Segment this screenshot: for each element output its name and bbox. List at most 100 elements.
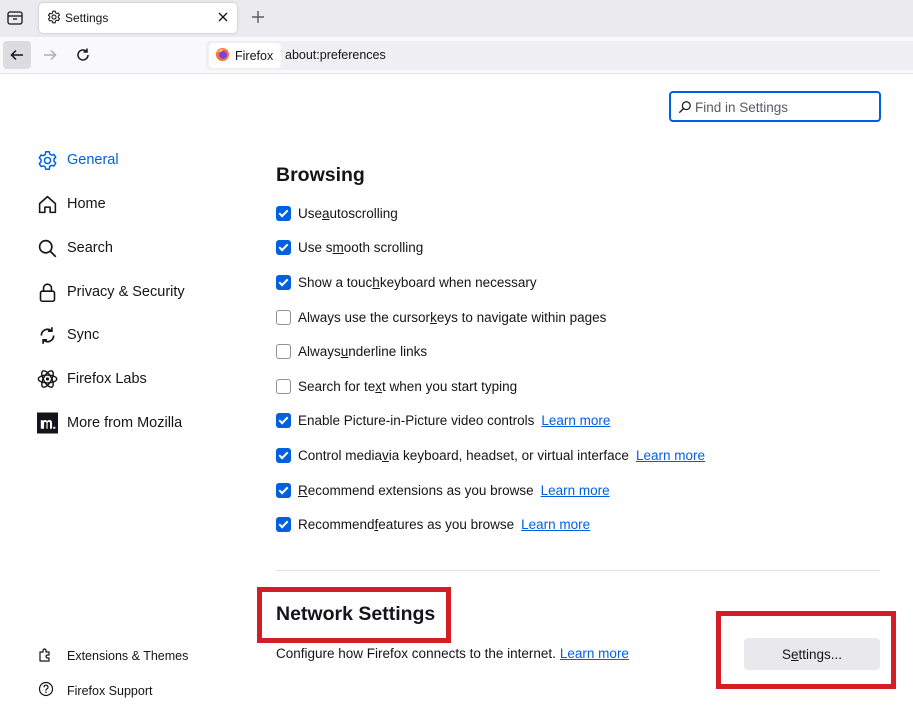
- sidebar-footer-label: Extensions & Themes: [67, 648, 189, 663]
- checkbox-unchecked[interactable]: [276, 378, 291, 394]
- browsing-heading: Browsing: [276, 164, 365, 186]
- sidebar-item-label: More from Mozilla: [67, 415, 183, 431]
- home-icon: [37, 194, 58, 215]
- option-label-pre: Use: [298, 205, 323, 221]
- sidebar-item-extensions-themes[interactable]: Extensions & Themes: [38, 646, 188, 665]
- highlight-box-heading: [257, 587, 451, 643]
- learn-more-link[interactable]: Learn more: [521, 517, 590, 532]
- sidebar-item-label: General: [67, 152, 119, 168]
- sidebar-item-firefox-labs[interactable]: Firefox Labs: [37, 366, 147, 392]
- option-label-post: utoscrolling: [329, 205, 398, 221]
- sidebar-item-general[interactable]: General: [37, 147, 119, 173]
- sidebar-item-label: Home: [67, 196, 106, 212]
- option-accesskey: k: [430, 309, 437, 325]
- sidebar-item-label: Sync: [67, 327, 100, 343]
- option-label-pre: Control media: [298, 447, 383, 463]
- option-label-post: t when you start typing: [382, 378, 518, 394]
- option-label-pre: Enable Picture-in-Picture video controls: [298, 412, 535, 428]
- firefox-logo-icon: [215, 47, 230, 65]
- browsing-option[interactable]: Always use the cursor k eys to navigate w…: [276, 307, 606, 327]
- network-learn-more-link[interactable]: Learn more: [560, 646, 629, 661]
- sidebar-item-home[interactable]: Home: [37, 191, 106, 217]
- option-accesskey: h: [372, 274, 380, 290]
- lock-icon: [37, 282, 58, 303]
- network-description-text: Configure how Firefox connects to the in…: [276, 646, 556, 661]
- puzzle-icon: [38, 646, 54, 665]
- sidebar-item-firefox-support[interactable]: Firefox Support: [38, 681, 152, 700]
- forward-button[interactable]: [36, 41, 64, 69]
- learn-more-link[interactable]: Learn more: [636, 448, 705, 463]
- sync-icon: [37, 325, 58, 346]
- gear-icon: [37, 150, 58, 171]
- option-label-pre: Always use the cursor: [298, 309, 431, 325]
- find-in-settings-field[interactable]: [669, 91, 881, 122]
- checkbox-checked[interactable]: [276, 412, 291, 428]
- sidebar-footer-label: Firefox Support: [67, 683, 153, 698]
- option-accesskey: R: [298, 482, 308, 498]
- url-text[interactable]: about:preferences: [285, 48, 386, 62]
- checkbox-checked[interactable]: [276, 482, 291, 498]
- checkbox-checked[interactable]: [276, 447, 291, 463]
- option-label-post: eys to navigate within pages: [436, 309, 607, 325]
- new-tab-button[interactable]: [249, 8, 267, 26]
- browsing-option[interactable]: Control media v ia keyboard, headset, or …: [276, 445, 705, 465]
- checkbox-unchecked[interactable]: [276, 309, 291, 325]
- sidebar-item-more-from-mozilla[interactable]: More from Mozilla: [37, 410, 182, 436]
- arrow-right-icon: [44, 49, 57, 61]
- sidebar-item-label: Firefox Labs: [67, 371, 147, 387]
- atom-icon: [37, 369, 58, 390]
- tab-strip: Settings: [0, 0, 913, 37]
- checkbox-unchecked[interactable]: [276, 343, 291, 359]
- learn-more-link[interactable]: Learn more: [541, 413, 610, 428]
- browsing-option[interactable]: Always u nderline links: [276, 341, 427, 361]
- option-accesskey: v: [382, 447, 389, 463]
- option-accesskey: u: [340, 343, 349, 359]
- arrow-left-icon: [10, 49, 23, 61]
- tab-settings[interactable]: Settings: [39, 3, 237, 33]
- option-accesskey: a: [322, 205, 330, 221]
- browsing-option[interactable]: Enable Picture-in-Picture video controls…: [276, 410, 610, 430]
- identity-label: Firefox: [235, 48, 274, 63]
- sidebar-item-privacy[interactable]: Privacy & Security: [37, 279, 185, 305]
- reload-icon: [77, 48, 89, 61]
- option-label-pre: Search for te: [298, 378, 376, 394]
- option-label-post: eatures as you browse: [378, 516, 515, 532]
- option-label-pre: Recommend: [298, 516, 375, 532]
- settings-page: General Home Search Privacy & Security S…: [0, 75, 913, 713]
- url-bar[interactable]: Firefox about:preferences: [206, 41, 913, 70]
- mozilla-logo-icon: [37, 412, 58, 434]
- search-icon: [678, 101, 691, 114]
- checkbox-checked[interactable]: [276, 274, 291, 290]
- identity-box[interactable]: Firefox: [209, 43, 282, 68]
- tab-title: Settings: [65, 11, 109, 25]
- reload-button[interactable]: [69, 41, 97, 69]
- browsing-option[interactable]: Search for te x t when you start typing: [276, 376, 517, 396]
- tab-list-icon[interactable]: [6, 9, 24, 27]
- sidebar-item-label: Privacy & Security: [67, 284, 185, 300]
- option-label-post: nderline links: [348, 343, 428, 359]
- sidebar-item-search[interactable]: Search: [37, 235, 113, 261]
- gear-icon: [47, 10, 61, 24]
- checkbox-checked[interactable]: [276, 205, 291, 221]
- help-icon: [38, 681, 54, 700]
- sidebar-item-sync[interactable]: Sync: [37, 322, 99, 348]
- option-label-pre: Show a touc: [298, 274, 373, 290]
- network-description: Configure how Firefox connects to the in…: [276, 646, 629, 661]
- option-label-post: ecommend extensions as you browse: [307, 482, 534, 498]
- search-input[interactable]: [695, 97, 875, 117]
- browsing-option[interactable]: Recommend f eatures as you browse Learn mo…: [276, 514, 590, 534]
- browsing-option[interactable]: Show a touc h keyboard when necessary: [276, 272, 537, 292]
- option-label-post: ooth scrolling: [343, 239, 424, 255]
- option-label-pre: Always: [298, 343, 341, 359]
- learn-more-link[interactable]: Learn more: [541, 483, 610, 498]
- option-label-post: keyboard when necessary: [379, 274, 537, 290]
- close-icon[interactable]: [215, 9, 231, 25]
- browsing-option[interactable]: Recommend extensions as you browse Learn …: [276, 480, 610, 500]
- back-button[interactable]: [3, 41, 31, 69]
- browsing-option[interactable]: Use a utoscrolling: [276, 203, 398, 223]
- checkbox-checked[interactable]: [276, 239, 291, 255]
- search-icon: [37, 238, 58, 259]
- option-label-post: ia keyboard, headset, or virtual interfa…: [388, 447, 629, 463]
- checkbox-checked[interactable]: [276, 516, 291, 532]
- browsing-option[interactable]: Use s m ooth scrolling: [276, 237, 423, 257]
